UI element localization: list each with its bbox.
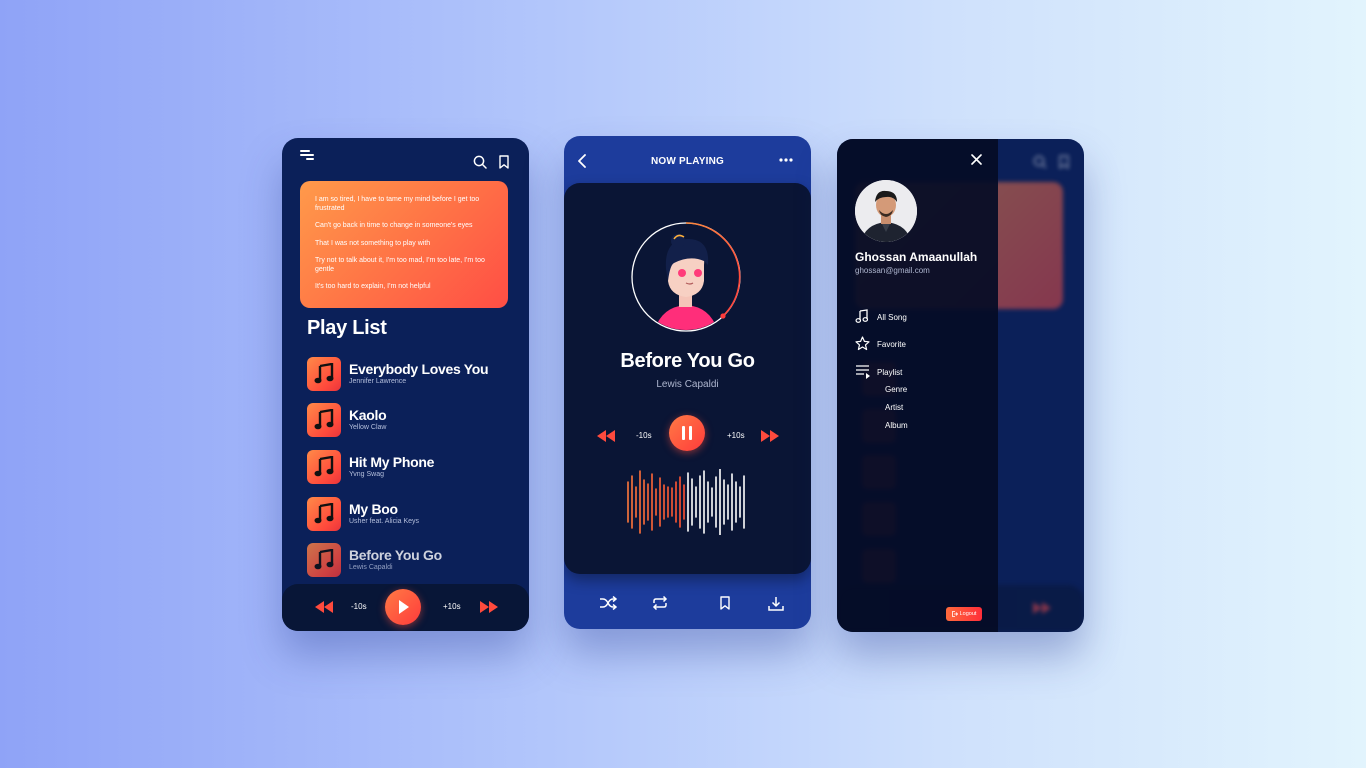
player-card: Before You Go Lewis Capaldi -10s +10s — [564, 183, 811, 574]
lyric-line: That I was not something to play with — [315, 239, 431, 247]
now-playing-screen: NOW PLAYING Before You Go Lewis Capaldi … — [564, 136, 811, 629]
menu-label: All Song — [877, 313, 907, 322]
profile-photo — [855, 180, 917, 242]
lyric-line: I am so tired, I have to tame my mind be… — [315, 196, 480, 212]
lyric-line: Try not to talk about it, I'm too mad, I… — [315, 257, 485, 273]
music-note-icon — [855, 309, 869, 323]
album-art — [307, 357, 341, 391]
song-title: Everybody Loves You — [349, 361, 489, 377]
song-title: Before You Go — [620, 350, 755, 372]
menu-item-favorite[interactable]: Favorite — [855, 336, 985, 352]
forward-label[interactable]: +10s — [443, 602, 461, 611]
rewind-icon[interactable] — [315, 601, 333, 613]
play-icon — [399, 600, 409, 614]
navigation-drawer: Ghossan Amaanullah ghossan@gmail.com All… — [837, 139, 998, 632]
song-title: Kaolo — [349, 407, 387, 423]
pause-button[interactable] — [669, 415, 705, 451]
song-artist: Jennifer Lawrence — [349, 378, 407, 385]
song-artist: Lewis Capaldi — [656, 379, 719, 390]
artist-avatar — [631, 222, 741, 332]
star-icon — [855, 336, 870, 351]
rewind-label[interactable]: -10s — [636, 431, 652, 440]
song-item[interactable]: Kaolo Yellow Claw — [307, 403, 507, 437]
album-art — [307, 543, 341, 577]
submenu-genre[interactable]: Genre — [885, 385, 907, 394]
lyric-line: It's too hard to explain, I'm not helpfu… — [315, 283, 431, 290]
music-note-icon — [314, 456, 334, 477]
logout-label: Logout — [959, 611, 977, 617]
waveform-visualizer[interactable] — [627, 469, 749, 535]
header: NOW PLAYING — [564, 136, 811, 182]
fast-forward-icon[interactable] — [480, 601, 498, 613]
song-artist: Yvng Swag — [349, 471, 385, 478]
album-art — [307, 450, 341, 484]
submenu-artist[interactable]: Artist — [885, 403, 903, 412]
song-title: My Boo — [349, 501, 398, 517]
lyric-line: Can't go back in time to change in someo… — [315, 222, 473, 229]
menu-icon[interactable] — [300, 150, 316, 162]
song-item[interactable]: My Boo Usher feat. Alicia Keys — [307, 497, 507, 531]
logout-icon — [951, 611, 958, 617]
menu-label: Favorite — [877, 340, 906, 349]
playlist-screen: I am so tired, I have to tame my mind be… — [282, 138, 529, 631]
logout-button[interactable]: Logout — [946, 607, 982, 621]
search-icon[interactable] — [473, 155, 487, 169]
song-item[interactable]: Before You Go Lewis Capaldi — [307, 543, 507, 577]
music-note-icon — [314, 549, 334, 570]
more-options-icon[interactable] — [779, 158, 793, 162]
rewind-icon[interactable] — [597, 430, 615, 442]
player-bar: -10s +10s — [282, 584, 529, 631]
music-note-icon — [314, 503, 334, 524]
menu-label: Playlist — [877, 368, 903, 377]
song-item[interactable]: Hit My Phone Yvng Swag — [307, 450, 507, 484]
header-title: NOW PLAYING — [651, 156, 724, 167]
bookmark-icon[interactable] — [498, 155, 510, 169]
bookmark-icon — [1059, 155, 1069, 169]
avatar — [855, 180, 917, 242]
song-title: Hit My Phone — [349, 454, 435, 470]
side-menu-screen: Ghossan Amaanullah ghossan@gmail.com All… — [837, 139, 1084, 632]
music-note-icon — [314, 363, 334, 384]
play-button[interactable] — [385, 589, 421, 625]
bottom-toolbar — [564, 574, 811, 629]
playlist-title: Play List — [307, 317, 387, 339]
song-title: Before You Go — [349, 547, 442, 563]
download-icon[interactable] — [768, 596, 784, 611]
menu-item-all-song[interactable]: All Song — [855, 309, 985, 325]
shuffle-icon[interactable] — [599, 596, 617, 610]
song-artist: Usher feat. Alicia Keys — [349, 518, 420, 525]
forward-label[interactable]: +10s — [727, 431, 745, 440]
user-email: ghossan@gmail.com — [855, 266, 930, 275]
user-name: Ghossan Amaanullah — [855, 250, 978, 264]
fast-forward-icon[interactable] — [761, 430, 779, 442]
music-note-icon — [314, 409, 334, 430]
menu-item-playlist[interactable]: Playlist — [855, 364, 985, 380]
pause-icon — [682, 426, 692, 440]
rewind-label[interactable]: -10s — [351, 602, 367, 611]
song-item[interactable]: Everybody Loves You Jennifer Lawrence — [307, 357, 507, 391]
playlist-icon — [856, 365, 870, 379]
submenu-album[interactable]: Album — [885, 421, 908, 430]
bookmark-icon[interactable] — [719, 596, 731, 610]
search-icon — [1033, 155, 1047, 169]
album-art — [307, 497, 341, 531]
song-artist: Yellow Claw — [349, 424, 387, 431]
song-artist: Lewis Capaldi — [349, 564, 393, 571]
lyrics-card: I am so tired, I have to tame my mind be… — [300, 181, 508, 308]
repeat-icon[interactable] — [651, 596, 669, 610]
close-icon[interactable] — [971, 154, 982, 165]
top-bar — [282, 138, 529, 178]
fast-forward-icon — [1033, 602, 1051, 614]
album-art — [307, 403, 341, 437]
